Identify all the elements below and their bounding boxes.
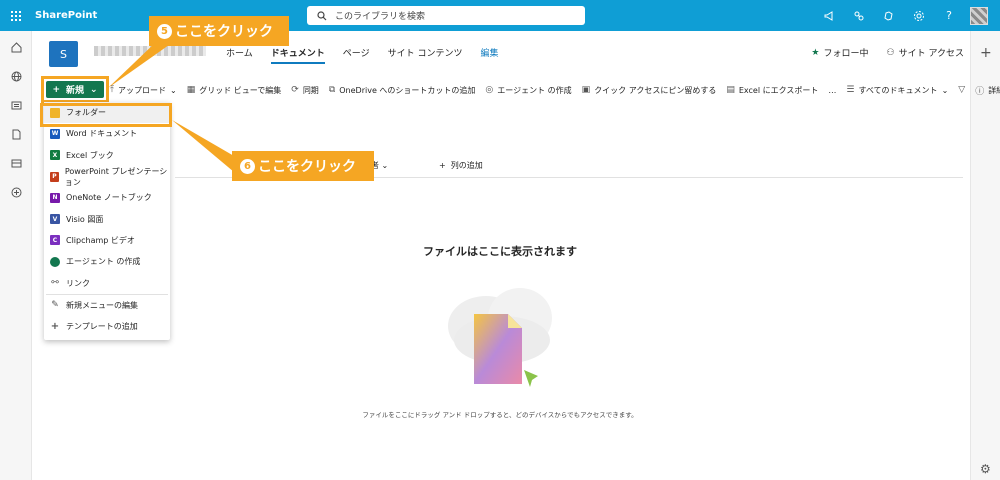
callout-arrow-step6 <box>172 120 234 172</box>
callout-arrow-step5 <box>108 40 176 88</box>
callout-arrows <box>108 40 234 172</box>
